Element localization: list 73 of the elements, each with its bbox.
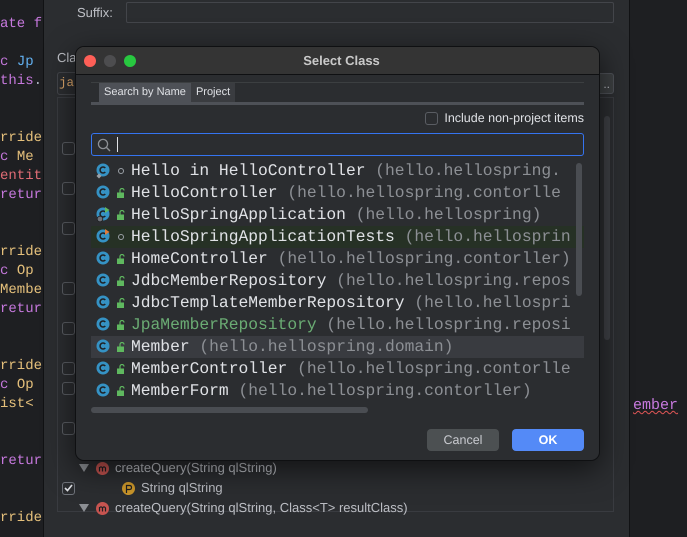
code-line: ate f bbox=[0, 15, 42, 34]
code-text: ember bbox=[633, 397, 678, 414]
tab[interactable]: Search by Name bbox=[99, 83, 191, 102]
class-icon bbox=[96, 207, 112, 223]
checkbox[interactable] bbox=[62, 422, 75, 434]
expand-arrow-icon[interactable] bbox=[79, 464, 89, 472]
code-line: rride bbox=[0, 357, 42, 376]
class-icon bbox=[96, 163, 112, 179]
checkbox-label: Include non-project items bbox=[444, 110, 584, 128]
list-item[interactable]: JdbcTemplateMemberRepository (hello.hellospri bbox=[91, 292, 584, 314]
class-icon bbox=[96, 185, 112, 201]
code-line: c Jp bbox=[0, 53, 34, 72]
checkbox[interactable] bbox=[62, 382, 75, 394]
list-item[interactable]: HomeController (hello.hellospring.contorller) bbox=[91, 248, 584, 270]
list-item[interactable]: HelloController (hello.hellospring.contorlle bbox=[91, 182, 584, 204]
class-icon bbox=[96, 339, 112, 355]
parameter-icon bbox=[122, 482, 135, 494]
checkbox[interactable] bbox=[62, 362, 75, 374]
tab[interactable]: Project bbox=[190, 83, 236, 102]
checkbox[interactable] bbox=[425, 112, 438, 125]
code-line: Membe bbox=[0, 281, 42, 300]
window-title: Select Class bbox=[303, 52, 380, 70]
tree-label: createQuery(String qlString) bbox=[115, 459, 277, 478]
class-icon bbox=[96, 295, 112, 311]
checkbox[interactable] bbox=[62, 322, 75, 334]
list-item[interactable]: MemberForm (hello.hellospring.contorller) bbox=[91, 380, 584, 402]
code-line: rride bbox=[0, 509, 42, 528]
minimize-button[interactable] bbox=[104, 54, 116, 66]
suffix-field[interactable] bbox=[126, 2, 614, 23]
code-line: rride bbox=[0, 243, 42, 262]
class-icon bbox=[96, 273, 112, 289]
code-line: this. bbox=[0, 72, 42, 91]
checkbox[interactable] bbox=[62, 282, 75, 294]
search-icon bbox=[97, 138, 111, 152]
code-line: rride bbox=[0, 129, 42, 148]
list-item[interactable]: MemberController (hello.hellospring.contorlle bbox=[91, 358, 584, 380]
checkbox[interactable] bbox=[62, 222, 75, 234]
class-icon bbox=[96, 229, 112, 245]
checkbox[interactable] bbox=[62, 142, 75, 154]
code-line: c Me bbox=[0, 148, 34, 167]
field-label: Suffix: bbox=[77, 4, 113, 22]
class-icon bbox=[96, 317, 112, 333]
search-field[interactable] bbox=[91, 133, 584, 156]
scrollbar-thumb[interactable] bbox=[91, 407, 368, 413]
code-line: c Op bbox=[0, 376, 34, 395]
list-item[interactable]: Member (hello.hellospring.domain) bbox=[91, 336, 584, 358]
tree-label: String qlString bbox=[141, 479, 223, 498]
method-icon bbox=[96, 462, 109, 474]
class-icon bbox=[96, 361, 112, 377]
list-item[interactable]: JdbcMemberRepository (hello.hellospring.repos bbox=[91, 270, 584, 292]
code-line: c Op bbox=[0, 262, 34, 281]
cancel-button[interactable]: Cancel bbox=[427, 429, 499, 451]
list-item[interactable]: HelloSpringApplicationTests (hello.hellosprin bbox=[91, 226, 584, 248]
list-item[interactable]: JpaMemberRepository (hello.hellospring.reposi bbox=[91, 314, 584, 336]
list-item[interactable]: Hello in HelloController (hello.hellospring. bbox=[91, 160, 584, 182]
code-line: ist< bbox=[0, 395, 34, 414]
check-icon bbox=[64, 484, 73, 492]
checkbox[interactable] bbox=[62, 182, 75, 194]
class-icon bbox=[96, 383, 112, 399]
code-line: retur bbox=[0, 300, 42, 319]
text-cursor bbox=[117, 137, 118, 152]
code-line: retur bbox=[0, 186, 42, 205]
tree-label: createQuery(String qlString, Class<T> resultClass) bbox=[115, 499, 408, 518]
list-item[interactable]: HelloSpringApplication (hello.hellospring) bbox=[91, 204, 584, 226]
expand-arrow-icon[interactable] bbox=[79, 504, 89, 512]
checkbox[interactable] bbox=[62, 482, 75, 494]
code-line: retur bbox=[0, 452, 42, 471]
zoom-button[interactable] bbox=[124, 54, 136, 66]
class-icon bbox=[96, 251, 112, 267]
method-icon bbox=[96, 502, 109, 514]
code-line: entit bbox=[0, 167, 42, 186]
scrollbar-thumb[interactable] bbox=[576, 163, 582, 296]
close-button[interactable] bbox=[84, 54, 96, 66]
